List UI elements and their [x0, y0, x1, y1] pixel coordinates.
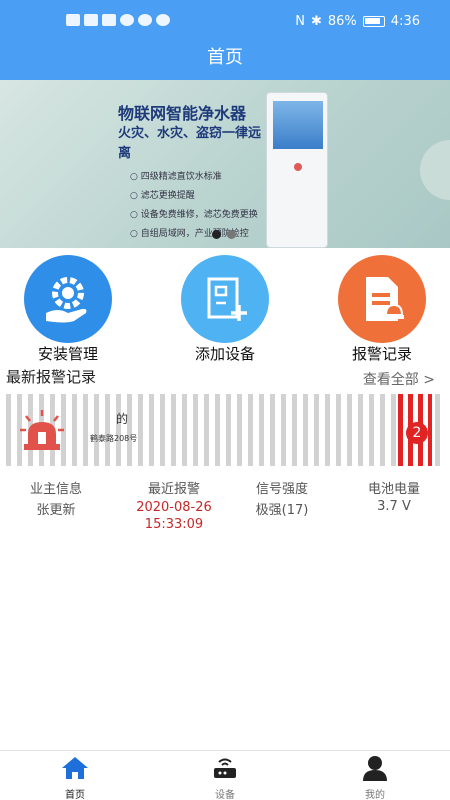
owner-info-stat: 业主信息 张更新	[0, 478, 112, 518]
carousel-indicator	[212, 230, 236, 239]
alarm-doc-icon	[338, 255, 426, 343]
alarm-record-label: 报警记录	[351, 345, 412, 363]
recent-alarm-stat: 最近报警 2020-08-26 15:33:09	[118, 478, 230, 533]
banner-feature-list: 四级精滤直饮水标准 滤芯更换提醒 设备免费维修，滤芯免费更换 自组局域网，产业预…	[130, 168, 258, 244]
battery-icon	[362, 16, 385, 27]
battery-stat: 电池电量 3.7 V	[338, 478, 450, 514]
tab-label: 首页	[65, 790, 85, 800]
water-purifier-image	[266, 92, 328, 248]
page-title: 首页	[0, 44, 450, 80]
router-icon	[214, 758, 236, 778]
system-status: N ✱ 86% 4:36	[295, 14, 420, 29]
stat-key: 业主信息	[29, 482, 82, 497]
carousel-dot-active[interactable]	[212, 230, 221, 239]
banner-feature: 设备免费维修，滤芯免费更换	[130, 206, 258, 225]
stat-value: 2020-08-26 15:33:09	[136, 500, 212, 532]
clock: 4:36	[390, 14, 420, 29]
carousel-dot[interactable]	[227, 230, 236, 239]
home-icon	[62, 757, 88, 779]
notification-icon	[66, 14, 80, 26]
tab-label: 我的	[365, 790, 385, 800]
alarm-owner: 的	[116, 412, 129, 426]
tab-label: 设备	[215, 790, 235, 800]
view-all-link[interactable]: 查看全部 >	[363, 369, 435, 389]
cloud-icon	[138, 14, 152, 26]
add-device-icon	[181, 255, 269, 343]
user-icon	[363, 756, 387, 781]
stat-value: 极强(17)	[255, 503, 309, 518]
purifier-screen	[273, 101, 323, 149]
app-icon	[120, 14, 134, 26]
install-management-label: 安装管理	[37, 345, 98, 363]
signal-strength-stat: 信号强度 极强(17)	[226, 478, 338, 518]
plant-decoration	[420, 140, 450, 200]
function-grid: 安装管理 添加设备 报警记录	[0, 255, 450, 363]
nfc-icon: N	[295, 14, 305, 29]
tab-devices[interactable]: 设备	[185, 755, 265, 800]
latest-alarm-title: 最新报警记录	[6, 368, 97, 386]
banner-carousel[interactable]: 物联网智能净水器 火灾、水灾、盗窃一律远离 四级精滤直饮水标准 滤芯更换提醒 设…	[0, 80, 450, 248]
banner-feature: 滤芯更换提醒	[130, 187, 258, 206]
stat-value: 张更新	[36, 503, 76, 518]
banner-feature: 自组局域网，产业预防检控	[130, 225, 258, 244]
alarm-record-card[interactable]: 的 鹤泰路208号 2	[6, 394, 442, 466]
banner-feature: 四级精滤直饮水标准	[130, 168, 258, 187]
notification-icons	[66, 14, 170, 26]
purifier-tap	[294, 163, 302, 171]
stat-key: 信号强度	[255, 482, 308, 497]
add-device-button[interactable]: 添加设备	[165, 255, 285, 365]
stat-value: 3.7 V	[377, 499, 411, 514]
map-pin-icon	[102, 14, 116, 26]
add-device-label: 添加设备	[194, 345, 255, 363]
stat-key: 电池电量	[367, 482, 420, 497]
banner-title: 物联网智能净水器	[118, 104, 247, 123]
siren-icon	[18, 408, 66, 456]
alarm-info: 的 鹤泰路208号	[90, 410, 137, 444]
alarm-record-button[interactable]: 报警记录	[322, 255, 442, 365]
wifi-icon	[84, 14, 98, 26]
install-management-button[interactable]: 安装管理	[8, 255, 128, 365]
gear-hand-icon	[24, 255, 112, 343]
status-bar: N ✱ 86% 4:36	[0, 0, 450, 44]
alarm-count-badge: 2	[406, 422, 428, 444]
alarm-address: 鹤泰路208号	[90, 434, 138, 443]
tab-home[interactable]: 首页	[35, 755, 115, 800]
bottom-tab-bar: 首页 设备 我的	[0, 750, 450, 800]
bluetooth-icon: ✱	[310, 14, 322, 29]
battery-percent: 86%	[327, 14, 357, 29]
tab-mine[interactable]: 我的	[335, 755, 415, 800]
banner-subtitle: 火灾、水灾、盗窃一律远离	[118, 126, 262, 161]
qq-icon	[156, 14, 170, 26]
stat-key: 最近报警	[147, 482, 200, 497]
